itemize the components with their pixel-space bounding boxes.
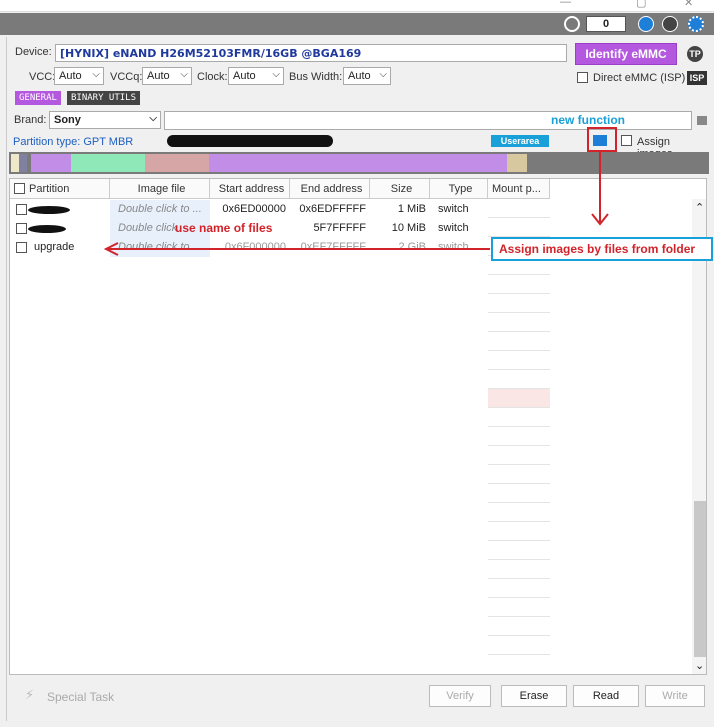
annotation-arrows (103, 152, 609, 256)
